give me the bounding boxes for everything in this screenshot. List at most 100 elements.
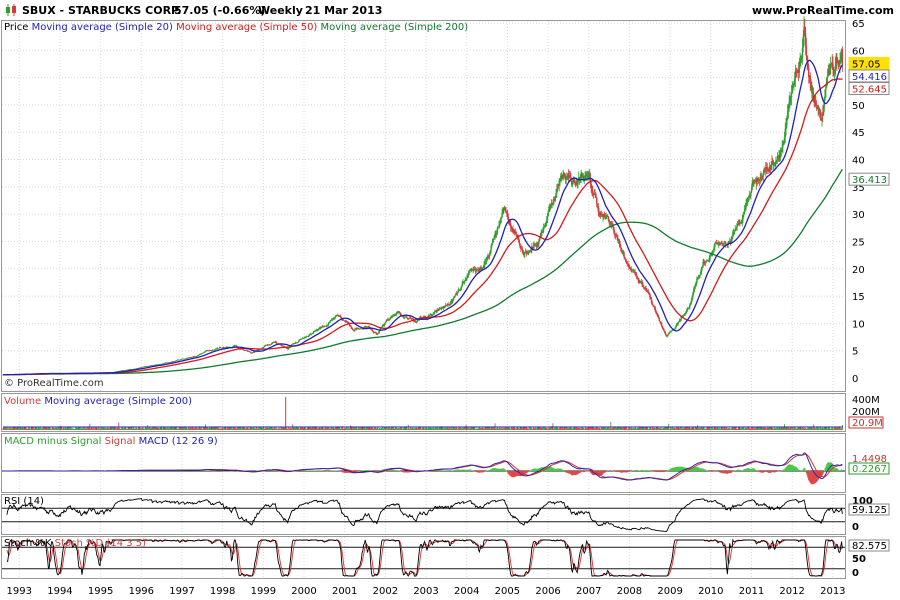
candle-body — [677, 322, 679, 325]
price-tick-label: 10 — [852, 319, 865, 330]
year-tick-label: 2006 — [535, 586, 560, 597]
year-tick-label: 2008 — [617, 586, 642, 597]
year-tick-label: 2011 — [739, 586, 764, 597]
year-tick-label: 1998 — [210, 586, 235, 597]
year-tick-label: 2004 — [454, 586, 479, 597]
candle-body — [714, 243, 716, 248]
year-tick-label: 1996 — [129, 586, 154, 597]
year-tick-label: 2002 — [373, 586, 398, 597]
candle-body — [805, 46, 808, 56]
year-tick-label: 1995 — [88, 586, 113, 597]
price-tick-label: 0 — [852, 374, 858, 385]
volume-tick-label: 400M — [852, 395, 880, 406]
legend-volume[interactable]: Volume — [4, 396, 41, 407]
candle-body — [384, 321, 387, 324]
legend-price: Price — [4, 22, 29, 33]
rsi-tick-label: 0 — [852, 522, 859, 533]
stoch-badge: 82.575 — [852, 541, 887, 552]
year-tick-label: 2001 — [332, 586, 357, 597]
price-tick-label: 25 — [852, 237, 865, 248]
macd-plot — [2, 452, 845, 485]
candle-body — [250, 351, 252, 354]
price-legend: Price Moving average (Simple 20) Moving … — [4, 22, 468, 33]
year-tick-label: 2007 — [576, 586, 601, 597]
candle-body — [667, 334, 669, 336]
candle-body — [416, 321, 418, 323]
candle-body — [635, 274, 638, 277]
legend-ma200[interactable]: Moving average (Simple 200) — [321, 22, 469, 33]
candle-body — [342, 319, 344, 321]
ma200-line — [18, 168, 843, 376]
ma20-badge: 54.416 — [852, 72, 887, 83]
candle-body — [310, 334, 312, 335]
year-tick-label: 1997 — [169, 586, 194, 597]
candle-body — [377, 333, 379, 335]
legend-ma50[interactable]: Moving average (Simple 50) — [176, 22, 317, 33]
macd-legend: MACD minus Signal Signal MACD (12 26 9) — [4, 436, 218, 447]
year-tick-label: 2009 — [657, 586, 682, 597]
candle-body — [736, 226, 738, 231]
price-tick-label: 15 — [852, 292, 865, 303]
legend-stoch-k[interactable]: Stoch %K — [4, 538, 51, 549]
ma50-badge: 52.645 — [852, 85, 887, 96]
price-tick-label: 45 — [852, 128, 865, 139]
price-tick-label: 65 — [852, 19, 865, 30]
candle-body — [452, 297, 455, 300]
year-tick-label: 2005 — [495, 586, 520, 597]
candle-body — [327, 323, 330, 326]
legend-volume-ma[interactable]: Moving average (Simple 200) — [44, 396, 192, 407]
legend-stoch-d[interactable]: Stoch %D — [55, 538, 104, 549]
price-tick-label: 30 — [852, 210, 865, 221]
candle-body — [276, 342, 278, 344]
ma200-badge: 36.413 — [852, 175, 887, 186]
candle-body — [179, 359, 181, 361]
stoch-tick-label: 50 — [852, 554, 866, 565]
candle-body — [596, 197, 598, 204]
watermark: © ProRealTime.com — [4, 378, 104, 389]
rsi-line — [6, 498, 843, 532]
year-tick-label: 2010 — [698, 586, 723, 597]
price-tick-label: 5 — [852, 347, 858, 358]
candle-body — [518, 240, 520, 244]
legend-ma20[interactable]: Moving average (Simple 20) — [32, 22, 173, 33]
rsi-badge: 59.125 — [852, 505, 887, 516]
year-tick-label: 2000 — [291, 586, 316, 597]
rsi-plot — [2, 498, 845, 532]
year-tick-label: 1999 — [251, 586, 276, 597]
rsi-legend[interactable]: RSI (14) — [4, 496, 44, 507]
legend-macd[interactable]: MACD (12 26 9) — [139, 436, 218, 447]
volume-legend: Volume Moving average (Simple 200) — [4, 396, 192, 407]
candle-body — [463, 281, 466, 283]
stoch-legend: Stoch %K Stoch %D (14 3 5) — [4, 538, 146, 549]
candle-body — [334, 316, 337, 318]
year-tick-label: 2012 — [779, 586, 804, 597]
price-panel-frame — [1, 20, 846, 392]
candle-body — [214, 349, 216, 351]
candle-body — [264, 345, 266, 347]
year-tick-label: 1994 — [47, 586, 72, 597]
stoch-tick-label: 0 — [852, 568, 859, 579]
candle-body — [384, 323, 386, 325]
price-plot — [2, 16, 844, 376]
year-tick-label: 2013 — [820, 586, 845, 597]
year-tick-label: 2003 — [413, 586, 438, 597]
candle-body — [624, 257, 626, 259]
macd-line — [3, 452, 843, 481]
macd-hist-badge: 0.2267 — [852, 464, 887, 475]
candle-body — [496, 227, 499, 234]
candle-body — [651, 302, 653, 305]
candle-body — [623, 252, 625, 258]
price-tick-label: 40 — [852, 156, 865, 167]
legend-macd-hist[interactable]: MACD minus Signal — [4, 436, 101, 447]
signal-line — [3, 453, 843, 481]
ma20-line — [2, 59, 843, 376]
rsi-panel-frame — [1, 494, 846, 535]
legend-signal[interactable]: Signal — [105, 436, 136, 447]
volume-tick-label: 200M — [852, 407, 880, 418]
candle-body — [547, 211, 549, 216]
last-price-badge: 57.05 — [852, 59, 881, 70]
candle-body — [841, 49, 844, 67]
year-tick-label: 1993 — [7, 586, 32, 597]
volume-badge: 20.9M — [852, 418, 883, 429]
price-tick-label: 60 — [852, 46, 865, 57]
